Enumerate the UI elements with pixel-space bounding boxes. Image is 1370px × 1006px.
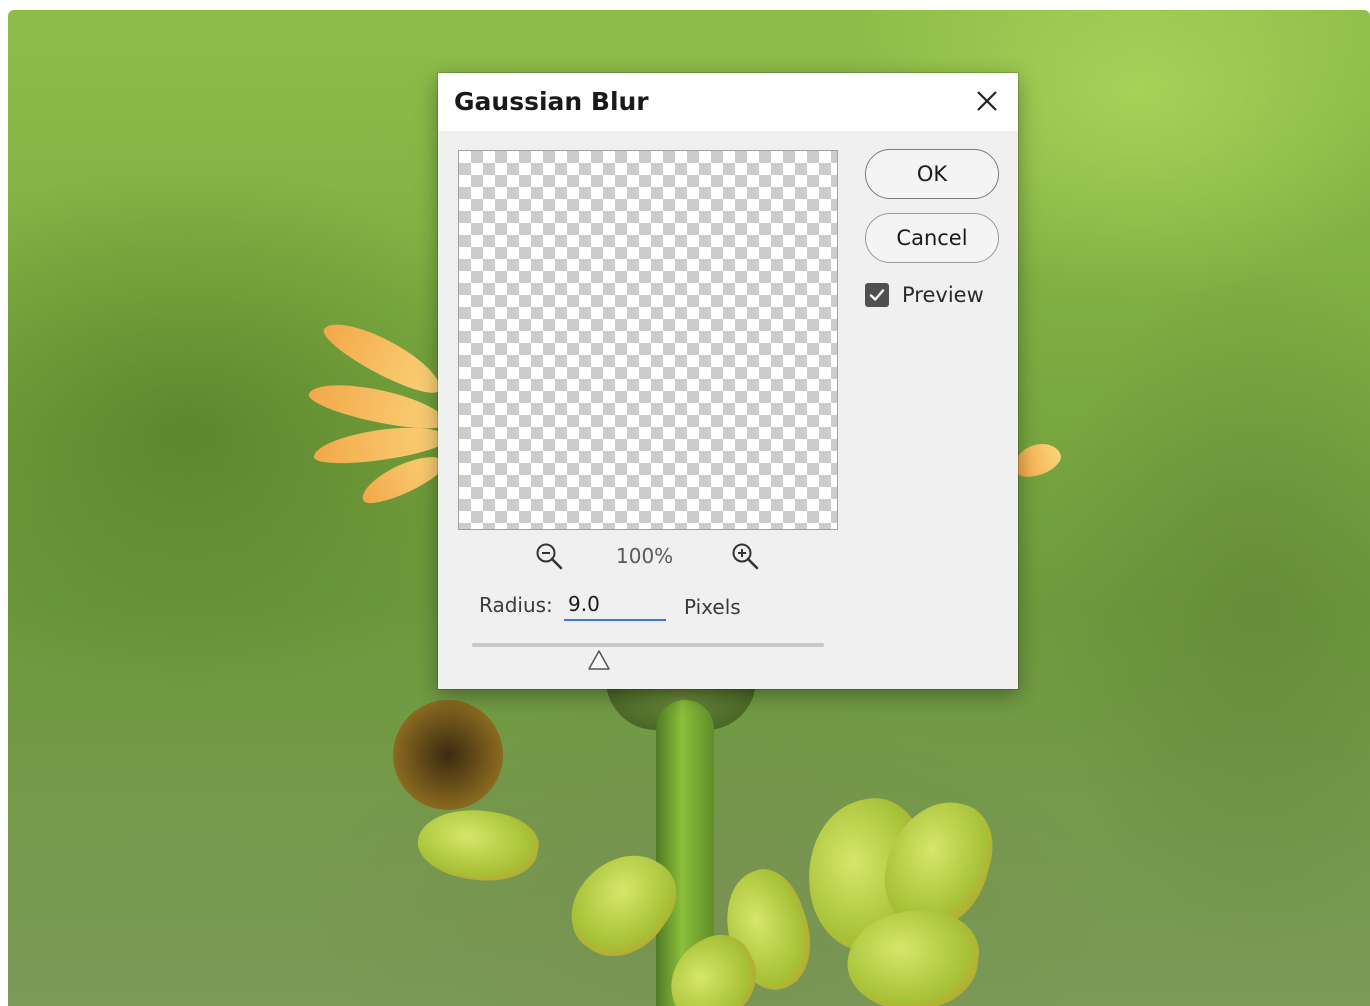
leaf bbox=[412, 800, 544, 890]
ok-button[interactable]: OK bbox=[865, 149, 999, 199]
radius-slider-thumb[interactable] bbox=[586, 649, 612, 671]
radius-label: Radius: bbox=[479, 593, 553, 617]
zoom-in-icon[interactable] bbox=[730, 541, 760, 571]
zoom-out-icon[interactable] bbox=[534, 541, 564, 571]
preview-toggle[interactable]: Preview bbox=[865, 280, 984, 310]
zoom-controls: 100% bbox=[528, 539, 768, 571]
radius-units-label: Pixels bbox=[684, 595, 741, 619]
checkmark-icon bbox=[869, 289, 885, 301]
preview-area[interactable] bbox=[458, 150, 838, 530]
preview-label: Preview bbox=[902, 283, 984, 307]
dialog-titlebar[interactable]: Gaussian Blur bbox=[438, 73, 1018, 131]
gaussian-blur-dialog: Gaussian Blur 100% Radius: 9.0 Pixels OK… bbox=[438, 73, 1018, 689]
preview-checkbox[interactable] bbox=[865, 283, 889, 307]
radius-slider-track[interactable] bbox=[472, 643, 824, 647]
dialog-title: Gaussian Blur bbox=[454, 87, 649, 116]
leaf bbox=[393, 700, 503, 810]
radius-input[interactable] bbox=[564, 589, 666, 621]
cancel-button[interactable]: Cancel bbox=[865, 213, 999, 263]
zoom-level: 100% bbox=[616, 544, 674, 568]
close-icon[interactable] bbox=[970, 85, 1004, 119]
